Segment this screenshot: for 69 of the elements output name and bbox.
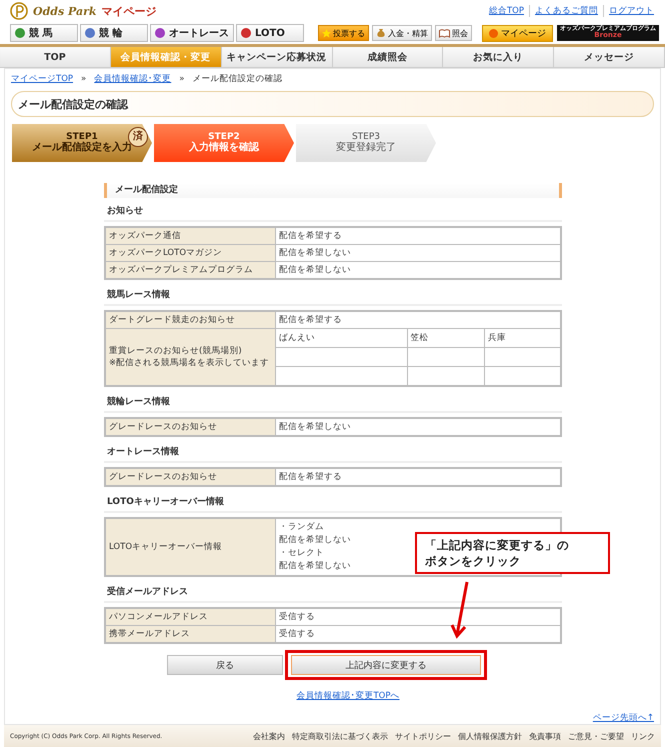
page-top-link[interactable]: ページ先頭へ↑ (592, 713, 654, 723)
action-button[interactable]: 投票する (318, 25, 369, 41)
logo-icon (10, 2, 28, 20)
mypage-logo-text: マイページ (102, 4, 157, 18)
setting-value: 配信を希望しない (279, 534, 351, 547)
setting-label: オッズパーク通信 (105, 227, 276, 244)
footer-link[interactable]: リンク (631, 730, 655, 742)
callout-text: 「上記内容に変更する」の (425, 537, 570, 554)
logo-text[interactable]: Odds Park (33, 4, 97, 18)
page-title: メール配信設定の確認 (11, 91, 654, 117)
setting-label: グレードレースのお知らせ (105, 418, 276, 436)
footer-link[interactable]: サイトポリシー (395, 730, 451, 742)
setting-label: 携帯メールアドレス (105, 626, 276, 643)
footer-link[interactable]: 個人情報保護方針 (458, 730, 522, 742)
bag-icon (376, 28, 386, 38)
setting-value: ・ランダム (279, 521, 324, 534)
step-number: STEP1 (66, 132, 98, 142)
setting-value: 配信を希望しない (279, 560, 351, 573)
setting-label: オッズパークプレミアムプログラム (105, 262, 276, 279)
sport-tab[interactable]: オートレース (150, 24, 234, 42)
step-label: 入力情報を確認 (189, 142, 259, 154)
submit-button[interactable]: 上記内容に変更する (291, 655, 481, 675)
step-label: 変更登録完了 (336, 142, 396, 154)
group-title: LOTOキャリーオーバー情報 (104, 492, 562, 513)
header-link[interactable]: ログアウト (603, 5, 659, 17)
setting-label: グレードレースのお知らせ (105, 468, 276, 486)
group-title: 競馬レース情報 (104, 285, 562, 306)
footer-link[interactable]: ご意見・ご要望 (568, 730, 624, 742)
venue-cell: 兵庫 (484, 329, 560, 348)
breadcrumb-separator: » (81, 74, 86, 84)
breadcrumb-link[interactable]: マイページTOP (11, 73, 74, 85)
action-button[interactable]: 照会 (435, 25, 472, 41)
mypage-button[interactable]: マイページ (482, 24, 553, 42)
footer-link[interactable]: 会社案内 (253, 730, 285, 742)
nav-tab[interactable]: お気に入り (443, 47, 554, 67)
step-number: STEP2 (208, 132, 240, 142)
setting-label: 重賞レースのお知らせ(競馬場別) ※配信される競馬場名を表示しています (105, 328, 276, 386)
venue-cell: 笠松 (407, 329, 484, 348)
action-button[interactable]: 入金・精算 (372, 25, 432, 41)
sport-tab[interactable]: LOTO (236, 24, 304, 42)
header-link[interactable]: 総合TOP (484, 5, 529, 17)
venue-cell: ばんえい (276, 329, 408, 348)
nav-tab[interactable]: 成績照会 (332, 47, 444, 67)
breadcrumb-link[interactable]: 会員情報確認･変更 (94, 73, 172, 85)
setting-value: ・セレクト (279, 547, 324, 560)
setting-label: LOTOキャリーオーバー情報 (105, 518, 276, 576)
group-title: 競輪レース情報 (104, 392, 562, 413)
setting-label: パソコンメールアドレス (105, 608, 276, 626)
star-icon (322, 28, 331, 38)
section-header: メール配信設定 (104, 183, 562, 198)
footer-link[interactable]: 免責事項 (529, 730, 561, 742)
book-icon (439, 28, 450, 38)
back-button[interactable]: 戻る (167, 655, 283, 675)
setting-label: オッズパークLOTOマガジン (105, 244, 276, 262)
sport-tab[interactable]: 競 馬 (10, 24, 78, 42)
callout-text: ボタンをクリック (425, 553, 522, 570)
footer-link[interactable]: 特定商取引法に基づく表示 (292, 730, 388, 742)
setting-label: ダートグレード競走のお知らせ (105, 311, 276, 328)
group-title: お知らせ (104, 201, 562, 222)
breadcrumb-separator: » (179, 74, 184, 84)
group-title: 受信メールアドレス (104, 582, 562, 603)
nav-tab[interactable]: キャンペーン応募状況 (222, 47, 332, 67)
top-link[interactable]: 会員情報確認･変更TOPへ (296, 691, 400, 701)
breadcrumb-current: メール配信設定の確認 (192, 73, 282, 85)
sport-tab[interactable]: 競 輪 (80, 24, 148, 42)
group-title: オートレース情報 (104, 442, 562, 463)
nav-tab[interactable]: メッセージ (554, 47, 665, 67)
header-link[interactable]: よくあるご質問 (529, 5, 603, 17)
step-number: STEP3 (352, 132, 380, 142)
